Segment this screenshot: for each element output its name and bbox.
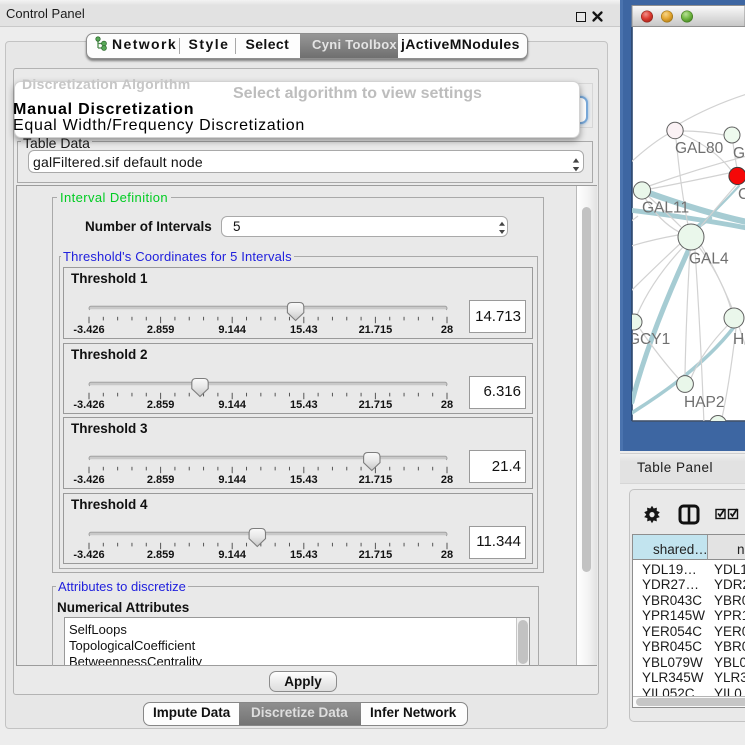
svg-text:GAL80: GAL80 bbox=[675, 140, 724, 157]
svg-text:GAL11: GAL11 bbox=[642, 200, 689, 217]
svg-text:GA: GA bbox=[733, 145, 745, 162]
svg-text:HAP2: HAP2 bbox=[684, 394, 725, 411]
svg-text:C: C bbox=[738, 186, 745, 203]
svg-text:GCY1: GCY1 bbox=[628, 331, 670, 348]
svg-text:H: H bbox=[733, 331, 744, 348]
svg-text:GAL4: GAL4 bbox=[689, 251, 729, 268]
